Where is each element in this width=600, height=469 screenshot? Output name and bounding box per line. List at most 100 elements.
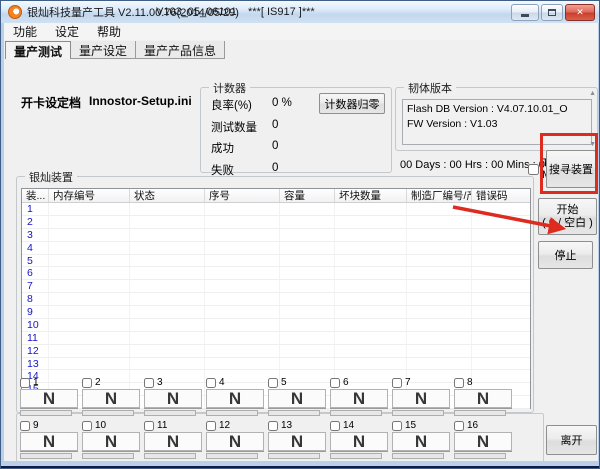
column-header[interactable]: 坏块数量 — [335, 189, 407, 202]
row-capacity — [280, 293, 335, 305]
row-vendor-product-id — [407, 280, 472, 292]
slot-checkbox[interactable]: 5 — [268, 377, 326, 388]
column-header[interactable]: 制造厂编号/产... — [407, 189, 472, 202]
innostor-logo-icon — [8, 5, 22, 19]
table-row[interactable]: 9 — [22, 306, 530, 319]
menu-item-function[interactable]: 功能 — [4, 23, 46, 40]
slot-checkbox-input[interactable] — [144, 421, 154, 431]
slot-checkbox[interactable]: 8 — [454, 377, 512, 388]
tab-strip: 量产测试 量产设定 量产产品信息 — [5, 41, 225, 59]
row-serial — [205, 203, 280, 215]
slot-checkbox[interactable]: 15 — [392, 420, 450, 431]
slot-checkbox[interactable]: 11 — [144, 420, 202, 431]
row-memory-id — [49, 332, 130, 344]
row-capacity — [280, 358, 335, 370]
slot-checkbox[interactable]: 2 — [82, 377, 140, 388]
slot-checkbox-input[interactable] — [144, 378, 154, 388]
title-bar[interactable]: 银灿科技量产工具 V2.11.00.76(2014/05/29) V103_05… — [1, 1, 600, 23]
slot-checkbox-input[interactable] — [330, 378, 340, 388]
row-memory-id — [49, 358, 130, 370]
slot-checkbox[interactable]: 14 — [330, 420, 388, 431]
table-row[interactable]: 13 — [22, 358, 530, 371]
window-title-version: V103_05_06101 — [156, 6, 237, 18]
menu-item-help[interactable]: 帮助 — [88, 23, 130, 40]
slot-status-indicator: N — [330, 432, 388, 451]
slot-checkbox[interactable]: 10 — [82, 420, 140, 431]
table-row[interactable]: 8 — [22, 293, 530, 306]
slot-checkbox[interactable]: 12 — [206, 420, 264, 431]
tab-production-test[interactable]: 量产测试 — [5, 41, 71, 59]
slot-cell: 12 N — [206, 420, 264, 460]
scroll-up-icon[interactable]: ▲ — [589, 90, 596, 97]
menu-item-settings[interactable]: 设定 — [46, 23, 88, 40]
search-device-button[interactable]: 搜寻装置 — [546, 150, 596, 188]
slot-checkbox-input[interactable] — [454, 378, 464, 388]
slot-checkbox-input[interactable] — [206, 378, 216, 388]
maximize-button[interactable] — [541, 4, 563, 21]
slot-status-indicator: N — [20, 389, 78, 408]
minimize-button[interactable] — [511, 4, 539, 21]
slot-checkbox-input[interactable] — [454, 421, 464, 431]
scroll-down-icon[interactable]: ▼ — [589, 141, 596, 148]
slot-checkbox[interactable]: 16 — [454, 420, 512, 431]
maximize-icon — [548, 9, 556, 16]
slot-progress-bar — [454, 410, 506, 416]
counter-value: 0 — [272, 119, 278, 141]
slot-checkbox-input[interactable] — [392, 378, 402, 388]
table-row[interactable]: 11 — [22, 332, 530, 345]
table-row[interactable]: 12 — [22, 345, 530, 358]
stop-button[interactable]: 停止 — [538, 241, 593, 269]
row-error-code — [472, 358, 530, 370]
table-row[interactable]: 4 — [22, 242, 530, 255]
column-header[interactable]: 状态 — [130, 189, 205, 202]
slot-checkbox[interactable]: 7 — [392, 377, 450, 388]
tab-product-info[interactable]: 量产产品信息 — [136, 41, 225, 59]
start-button[interactable]: 开始 ( 0 / 空白 ) — [538, 198, 597, 235]
slot-checkbox-input[interactable] — [20, 378, 30, 388]
slot-checkbox-input[interactable] — [20, 421, 30, 431]
row-status — [130, 345, 205, 357]
tab-production-settings[interactable]: 量产设定 — [71, 41, 136, 59]
timing-mode-checkbox-input[interactable] — [528, 164, 539, 175]
table-row[interactable]: 2 — [22, 216, 530, 229]
table-row[interactable]: 3 — [22, 229, 530, 242]
slot-checkbox-input[interactable] — [82, 378, 92, 388]
slot-checkbox[interactable]: 3 — [144, 377, 202, 388]
table-row[interactable]: 7 — [22, 280, 530, 293]
slot-checkbox[interactable]: 1 — [20, 377, 78, 388]
slot-progress-bar — [454, 453, 506, 459]
table-row[interactable]: 1 — [22, 203, 530, 216]
column-header[interactable]: 序号 — [205, 189, 280, 202]
exit-button[interactable]: 离开 — [546, 425, 597, 455]
close-button[interactable]: ✕ — [565, 4, 595, 21]
row-capacity — [280, 203, 335, 215]
table-row[interactable]: 10 — [22, 319, 530, 332]
row-vendor-product-id — [407, 306, 472, 318]
row-serial — [205, 306, 280, 318]
row-bad-blocks — [335, 293, 407, 305]
slot-checkbox-input[interactable] — [392, 421, 402, 431]
slot-checkbox-input[interactable] — [268, 421, 278, 431]
column-header[interactable]: 错误码 — [472, 189, 530, 202]
table-row[interactable]: 6 — [22, 267, 530, 280]
row-device-number: 2 — [22, 216, 49, 228]
counter-reset-button[interactable]: 计数器归零 — [319, 93, 385, 114]
column-header[interactable]: 容量 — [280, 189, 335, 202]
column-header[interactable]: 装... — [22, 189, 49, 202]
row-status — [130, 306, 205, 318]
counter-label: 成功 — [211, 140, 266, 162]
slot-cell: 8 N — [454, 377, 512, 417]
slot-checkbox-input[interactable] — [82, 421, 92, 431]
slot-checkbox[interactable]: 9 — [20, 420, 78, 431]
row-capacity — [280, 280, 335, 292]
device-table-header: 装... 内存编号 状态 序号 容量 坏块数量 制造厂编号/产... — [22, 189, 530, 203]
row-serial — [205, 319, 280, 331]
slot-checkbox-input[interactable] — [206, 421, 216, 431]
table-row[interactable]: 5 — [22, 255, 530, 268]
slot-checkbox[interactable]: 4 — [206, 377, 264, 388]
slot-checkbox[interactable]: 13 — [268, 420, 326, 431]
column-header[interactable]: 内存编号 — [49, 189, 130, 202]
slot-checkbox-input[interactable] — [268, 378, 278, 388]
slot-checkbox[interactable]: 6 — [330, 377, 388, 388]
slot-checkbox-input[interactable] — [330, 421, 340, 431]
